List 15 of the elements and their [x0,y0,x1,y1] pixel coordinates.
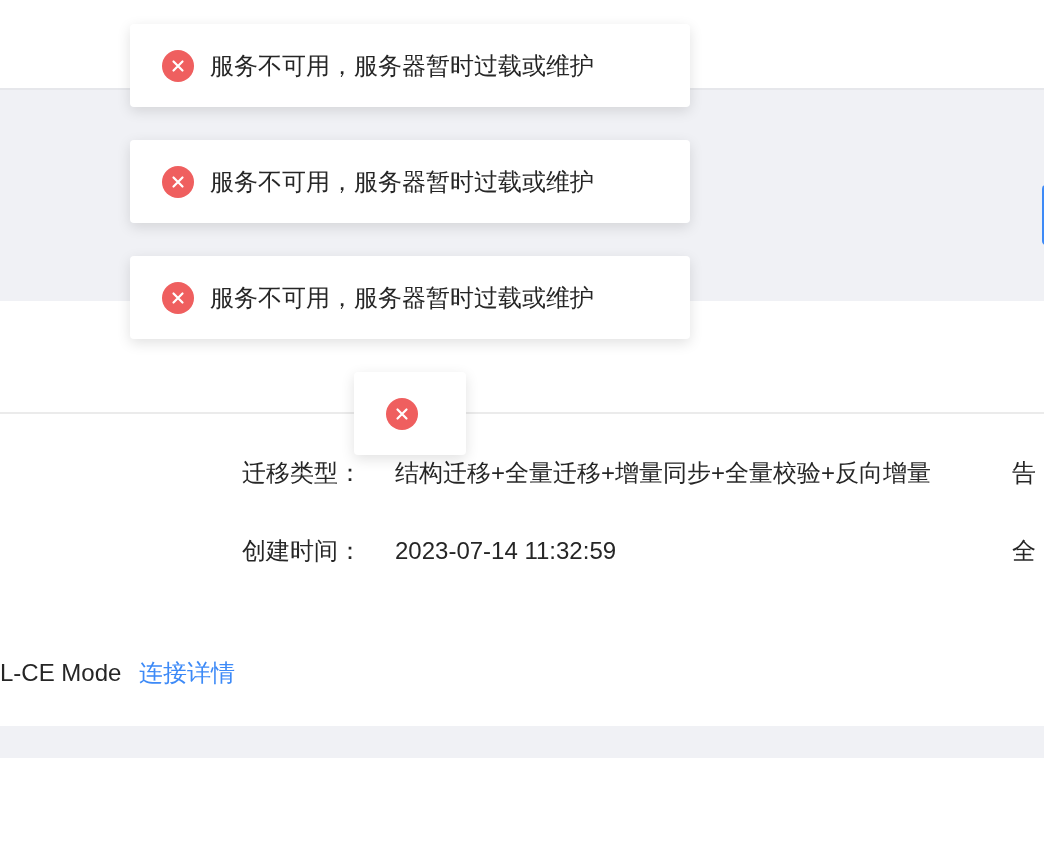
field-value: 2023-07-14 11:32:59 [395,536,618,566]
connection-details-link[interactable]: 连接详情 [139,651,236,694]
error-icon [386,397,418,430]
field-label: 迁移类型： [242,458,363,488]
connection-mode: L-CE Mode [0,658,122,688]
toast-message: 服务不可用，服务器暂时过载或维护 [210,166,594,197]
field-label: 全 [1012,536,1037,566]
toast-message: 服务不可用，服务器暂时过载或维护 [210,282,594,313]
error-icon [162,49,194,82]
field-label: 告 [1012,458,1037,488]
field-value: 结构迁移+全量迁移+增量同步+全量校验+反向增量 [395,458,933,488]
field-label: 创建时间： [242,536,363,566]
error-icon [162,165,194,198]
toast-message: 服务不可用，服务器暂时过载或维护 [210,50,594,81]
error-icon [162,281,194,314]
